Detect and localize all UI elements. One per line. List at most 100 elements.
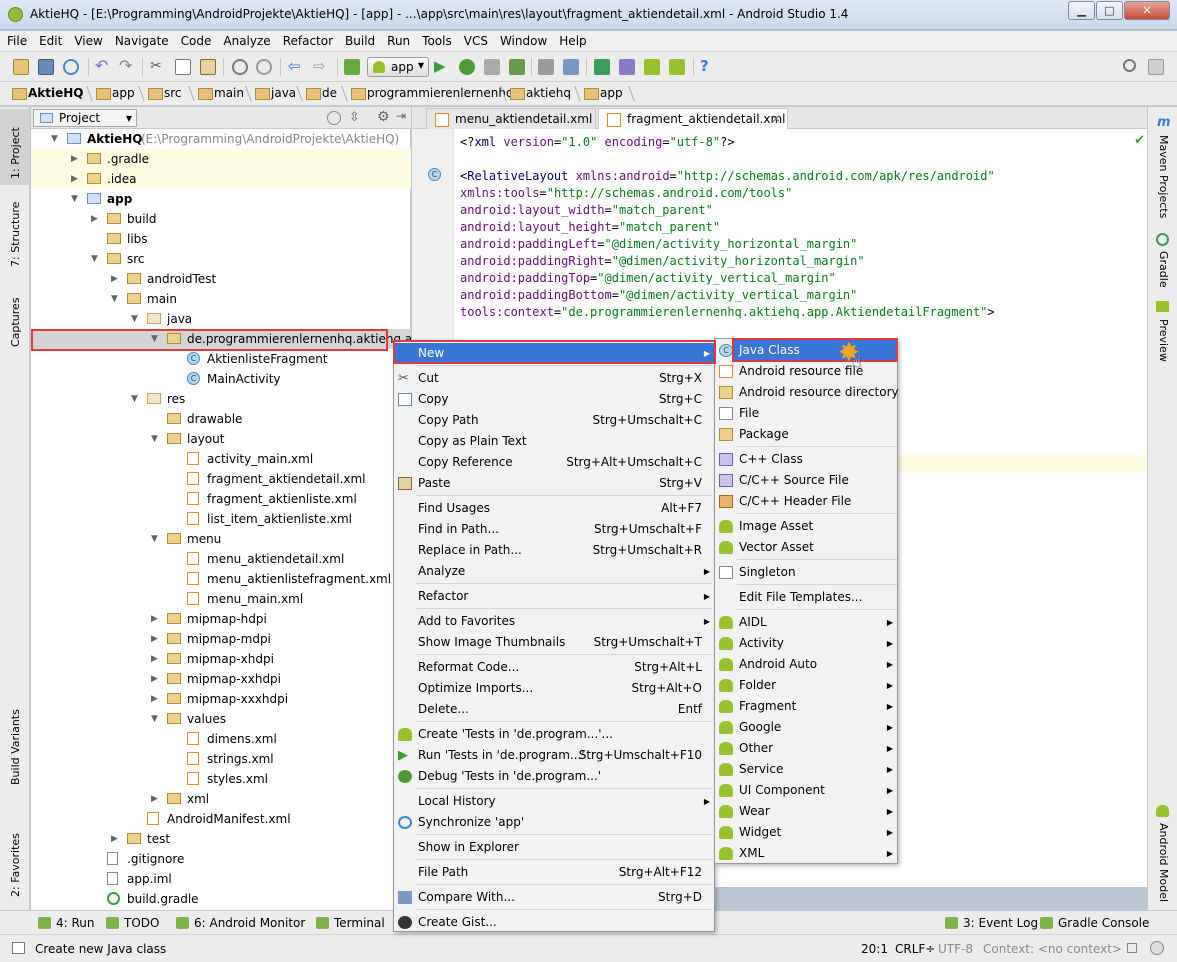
new-item-android-resource-directory[interactable]: Android resource directory xyxy=(715,382,899,403)
breadcrumb-src[interactable]: src xyxy=(146,84,192,103)
breadcrumb-java[interactable]: java xyxy=(253,84,300,103)
tree-row-layout[interactable]: ▼ layout xyxy=(31,429,411,449)
help-icon[interactable]: ? xyxy=(700,59,716,75)
menu-item-paste[interactable]: Paste Strg+V xyxy=(394,473,714,494)
undo-icon[interactable]: ↶ xyxy=(95,58,111,75)
gear-icon[interactable]: ⚙ xyxy=(377,109,390,125)
hide-panel-icon[interactable]: ⇥ xyxy=(396,109,406,123)
tree-row--gitignore[interactable]: .gitignore xyxy=(31,849,411,869)
new-item-google[interactable]: Google ▶ xyxy=(715,717,897,738)
scroll-from-source-icon[interactable] xyxy=(327,111,341,125)
expand-arrow-icon[interactable]: ▼ xyxy=(151,429,161,449)
new-item-fragment[interactable]: Fragment ▶ xyxy=(715,696,897,717)
collapse-arrow-icon[interactable]: ▶ xyxy=(91,209,101,229)
menu-analyze[interactable]: Analyze xyxy=(216,31,275,48)
new-item-widget[interactable]: Widget ▶ xyxy=(715,822,897,843)
tree-row-menu-aktiendetail-xml[interactable]: menu_aktiendetail.xml xyxy=(31,549,411,569)
new-item-aidl[interactable]: AIDL ▶ xyxy=(715,612,897,633)
breadcrumb-aktiehq[interactable]: AktieHQ xyxy=(10,84,90,103)
paste-icon[interactable] xyxy=(200,59,216,75)
replace-icon[interactable] xyxy=(256,59,272,75)
settings-icon[interactable] xyxy=(538,59,554,75)
collapse-arrow-icon[interactable]: ▶ xyxy=(151,609,161,629)
menu-item-run-tests-in-de-program[interactable]: ▶ Run 'Tests in 'de.program...' Strg+Umsch… xyxy=(394,745,714,766)
new-item-file[interactable]: File xyxy=(715,403,897,424)
tree-row-src[interactable]: ▼ src xyxy=(31,249,411,269)
tree-row-androidmanifest-xml[interactable]: AndroidManifest.xml xyxy=(31,809,411,829)
tree-row-androidtest[interactable]: ▶ androidTest xyxy=(31,269,411,289)
tree-row-test[interactable]: ▶ test xyxy=(31,829,411,849)
collapse-arrow-icon[interactable]: ▶ xyxy=(111,829,121,849)
collapse-arrow-icon[interactable]: ▶ xyxy=(111,269,121,289)
tree-row-mipmap-xxhdpi[interactable]: ▶ mipmap-xxhdpi xyxy=(31,669,411,689)
tree-row-mipmap-mdpi[interactable]: ▶ mipmap-mdpi xyxy=(31,629,411,649)
find-icon[interactable] xyxy=(232,59,248,75)
make-project-icon[interactable] xyxy=(344,59,360,75)
expand-arrow-icon[interactable]: ▼ xyxy=(151,709,161,729)
gradle-sync-icon[interactable] xyxy=(594,59,610,75)
coverage-icon[interactable] xyxy=(484,59,500,75)
expand-arrow-icon[interactable]: ▼ xyxy=(71,189,81,209)
line-separator[interactable]: CRLF÷ xyxy=(895,942,935,956)
new-item-folder[interactable]: Folder ▶ xyxy=(715,675,897,696)
menu-vcs[interactable]: VCS xyxy=(457,31,493,48)
project-structure-icon[interactable] xyxy=(563,59,579,75)
redo-icon[interactable]: ↷ xyxy=(119,58,135,75)
avd-manager-icon[interactable] xyxy=(619,59,635,75)
breadcrumb-app[interactable]: app xyxy=(582,84,632,103)
new-item-ui-component[interactable]: UI Component ▶ xyxy=(715,780,897,801)
collapse-arrow-icon[interactable]: ▶ xyxy=(151,649,161,669)
menu-item-create-gist[interactable]: Create Gist... xyxy=(394,912,714,933)
new-item-c-c-source-file[interactable]: C/C++ Source File xyxy=(715,470,897,491)
menu-item-find-usages[interactable]: Find Usages Alt+F7 xyxy=(394,498,714,519)
collapse-arrow-icon[interactable]: ▶ xyxy=(151,689,161,709)
menu-item-optimize-imports[interactable]: Optimize Imports... Strg+Alt+O xyxy=(394,678,714,699)
tree-row--idea[interactable]: ▶ .idea xyxy=(31,169,411,189)
new-item-package[interactable]: Package xyxy=(715,424,897,445)
menu-item-local-history[interactable]: Local History ▶ xyxy=(394,791,714,812)
menu-item-copy-as-plain-text[interactable]: Copy as Plain Text xyxy=(394,431,714,452)
menu-item-find-in-path[interactable]: Find in Path... Strg+Umschalt+F xyxy=(394,519,714,540)
tool-tab-event-log[interactable]: 3: Event Log xyxy=(945,916,1038,930)
tab-menu-aktiendetail[interactable]: menu_aktiendetail.xml xyxy=(426,108,596,129)
close-icon[interactable]: ✕ xyxy=(771,109,781,129)
expand-arrow-icon[interactable]: ▼ xyxy=(51,129,61,149)
tree-row-build-gradle[interactable]: build.gradle xyxy=(31,889,411,909)
menu-help[interactable]: Help xyxy=(552,31,591,48)
menu-tools[interactable]: Tools xyxy=(415,31,457,48)
expand-arrow-icon[interactable]: ▼ xyxy=(151,529,161,549)
menu-file[interactable]: File xyxy=(0,31,32,48)
tree-row-aktiehq[interactable]: ▼ AktieHQ (E:\Programming\AndroidProjekte… xyxy=(31,129,411,149)
caret-position[interactable]: 20:1 xyxy=(861,942,888,956)
new-item-vector-asset[interactable]: Vector Asset xyxy=(715,537,897,558)
tree-row-libs[interactable]: libs xyxy=(31,229,411,249)
menu-item-analyze[interactable]: Analyze ▶ xyxy=(394,561,714,582)
new-item-xml[interactable]: XML ▶ xyxy=(715,843,897,864)
menu-window[interactable]: Window xyxy=(493,31,552,48)
tree-row-menu-main-xml[interactable]: menu_main.xml xyxy=(31,589,411,609)
tool-tab-terminal[interactable]: Terminal xyxy=(316,916,385,930)
maximize-button[interactable]: □ xyxy=(1096,1,1123,20)
tree-row-dimens-xml[interactable]: dimens.xml xyxy=(31,729,411,749)
tool-tab-run[interactable]: 4: Run xyxy=(38,916,95,930)
menu-item-compare-with[interactable]: Compare With... Strg+D xyxy=(394,887,714,908)
tool-tab-project[interactable]: 1: Project xyxy=(9,127,22,179)
hector-icon[interactable] xyxy=(1150,941,1164,955)
collapse-arrow-icon[interactable]: ▶ xyxy=(71,149,81,169)
tool-tab-android-model[interactable]: Android Model xyxy=(1157,823,1170,902)
tree-row--gradle[interactable]: ▶ .gradle xyxy=(31,149,411,169)
collapse-all-icon[interactable]: ⇳ xyxy=(349,110,360,125)
search-everywhere-icon[interactable] xyxy=(1123,59,1136,72)
menu-item-copy-path[interactable]: Copy Path Strg+Umschalt+C xyxy=(394,410,714,431)
new-item-android-resource-file[interactable]: Android resource file xyxy=(715,361,897,382)
new-item-edit-file-templates[interactable]: Edit File Templates... xyxy=(715,587,897,608)
tree-row-res[interactable]: ▼ res xyxy=(31,389,411,409)
tree-row-menu[interactable]: ▼ menu xyxy=(31,529,411,549)
user-icon[interactable] xyxy=(1148,59,1164,75)
tree-row-menu-aktienlistefragment-xml[interactable]: menu_aktienlistefragment.xml xyxy=(31,569,411,589)
menu-refactor[interactable]: Refactor xyxy=(276,31,338,48)
forward-icon[interactable]: ⇨ xyxy=(313,59,329,75)
breadcrumb-aktiehq[interactable]: aktiehq xyxy=(508,84,578,103)
tree-row-app-iml[interactable]: app.iml xyxy=(31,869,411,889)
tree-row-mipmap-xhdpi[interactable]: ▶ mipmap-xhdpi xyxy=(31,649,411,669)
